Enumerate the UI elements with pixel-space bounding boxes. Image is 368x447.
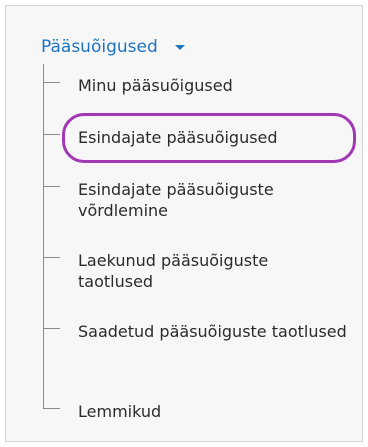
tree-branch (43, 328, 60, 329)
menu-item-esindajate-paasuoigused[interactable]: Esindajate pääsuõigused (78, 127, 278, 148)
tree-connector-line (43, 64, 44, 409)
tree-branch (43, 186, 60, 187)
menu-panel: Pääsuõigused Minu pääsuõigused Esindajat… (5, 5, 363, 442)
menu-item-minu-paasuoigused[interactable]: Minu pääsuõigused (78, 75, 233, 96)
menu-item-laekunud-paasuoiguste-taotlused[interactable]: Laekunud pääsuõiguste taotlused (78, 250, 348, 292)
tree-branch (43, 82, 60, 83)
menu-item-saadetud-paasuoiguste-taotlused[interactable]: Saadetud pääsuõiguste taotlused (78, 321, 347, 342)
menu-item-esindajate-paasuoiguste-vordlemine[interactable]: Esindajate pääsuõiguste võrdlemine (78, 179, 348, 221)
tree-branch (43, 134, 60, 135)
chevron-down-icon[interactable] (174, 45, 185, 50)
tree-branch (43, 257, 60, 258)
menu-header-label[interactable]: Pääsuõigused (41, 37, 158, 57)
menu-item-lemmikud[interactable]: Lemmikud (78, 401, 161, 422)
tree-branch (43, 408, 60, 409)
menu-header[interactable]: Pääsuõigused (41, 37, 185, 57)
